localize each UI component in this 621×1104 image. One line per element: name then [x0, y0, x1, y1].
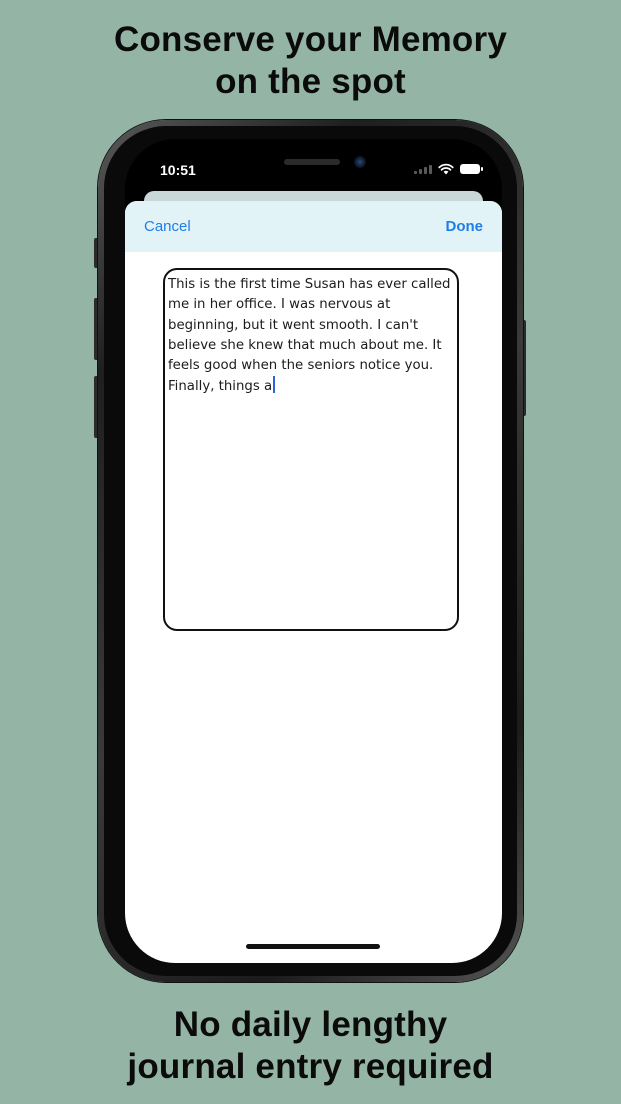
cellular-signal-icon — [414, 164, 432, 174]
text-caret — [273, 376, 276, 394]
phone-bezel: 10:51 Cancel Done This is the first time… — [104, 126, 517, 976]
front-camera — [354, 156, 366, 168]
editor-navbar: Cancel Done — [125, 201, 502, 252]
headline-bottom-line-1: No daily lengthy — [173, 1005, 448, 1044]
home-indicator[interactable] — [246, 944, 380, 949]
entry-editor-sheet: Cancel Done This is the first time Susan… — [125, 201, 502, 963]
headline-bottom-line-2: journal entry required — [127, 1047, 494, 1086]
phone-frame: 10:51 Cancel Done This is the first time… — [98, 120, 523, 982]
journal-entry-text: This is the first time Susan has ever ca… — [168, 277, 451, 395]
status-icons — [414, 161, 483, 177]
battery-icon — [460, 164, 483, 174]
headline-top-line-2: on the spot — [215, 62, 406, 101]
headline-top-line-1: Conserve your Memory — [113, 20, 508, 59]
earpiece-speaker — [284, 159, 340, 165]
done-button[interactable]: Done — [446, 218, 484, 235]
status-time: 10:51 — [160, 162, 196, 178]
wifi-icon — [438, 163, 454, 175]
cancel-button[interactable]: Cancel — [144, 218, 191, 235]
phone-screen: 10:51 Cancel Done This is the first time… — [125, 139, 502, 963]
headline-bottom: No daily lengthy journal entry required — [0, 1004, 621, 1088]
headline-top: Conserve your Memory on the spot — [0, 19, 621, 103]
journal-entry-textarea[interactable]: This is the first time Susan has ever ca… — [163, 268, 459, 631]
